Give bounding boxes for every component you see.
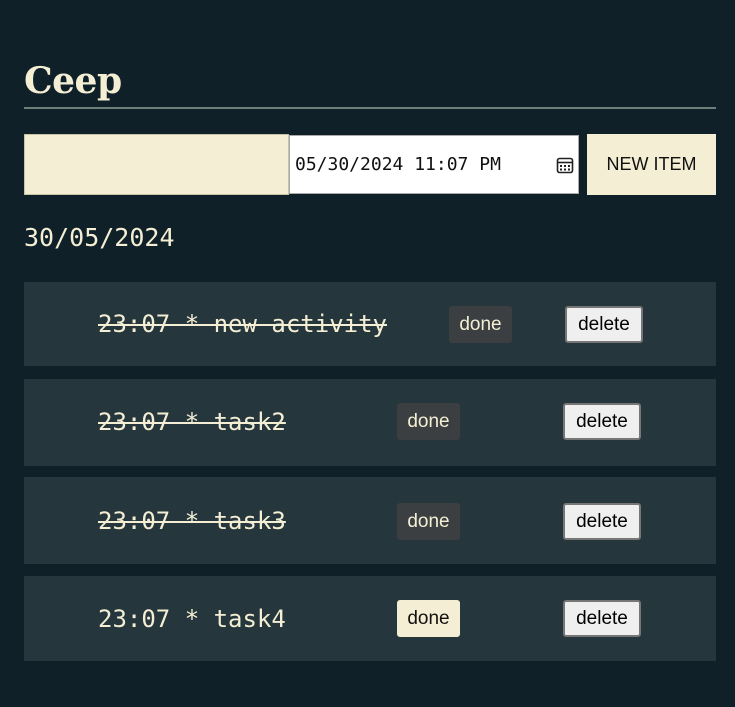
task-item: 23:07 * task4 done delete [24,576,716,661]
new-item-button[interactable]: NEW ITEM [587,134,716,195]
task-label: 23:07 * task2 [98,408,286,436]
title-divider [24,107,716,109]
date-heading: 30/05/2024 [24,223,175,252]
datetime-value: 05/30/2024 11:07 PM [295,154,501,175]
calendar-icon[interactable] [556,156,574,174]
done-button[interactable]: done [449,306,512,343]
delete-button[interactable]: delete [565,306,643,343]
done-button[interactable]: done [397,503,460,540]
task-item: 23:07 * task3 done delete [24,477,716,564]
new-item-form: 05/30/2024 11:07 PM NEW ITEM [24,134,716,195]
app-title: Ceep [24,60,122,102]
done-button[interactable]: done [397,600,460,637]
task-label: 23:07 * task4 [98,605,286,633]
done-button[interactable]: done [397,403,460,440]
task-item: 23:07 * new activity done delete [24,282,716,366]
task-label: 23:07 * new activity [98,310,387,338]
delete-button[interactable]: delete [563,403,641,440]
datetime-input[interactable]: 05/30/2024 11:07 PM [289,135,579,194]
task-label: 23:07 * task3 [98,507,286,535]
task-text-input[interactable] [24,134,289,195]
delete-button[interactable]: delete [563,600,641,637]
delete-button[interactable]: delete [563,503,641,540]
task-item: 23:07 * task2 done delete [24,379,716,466]
